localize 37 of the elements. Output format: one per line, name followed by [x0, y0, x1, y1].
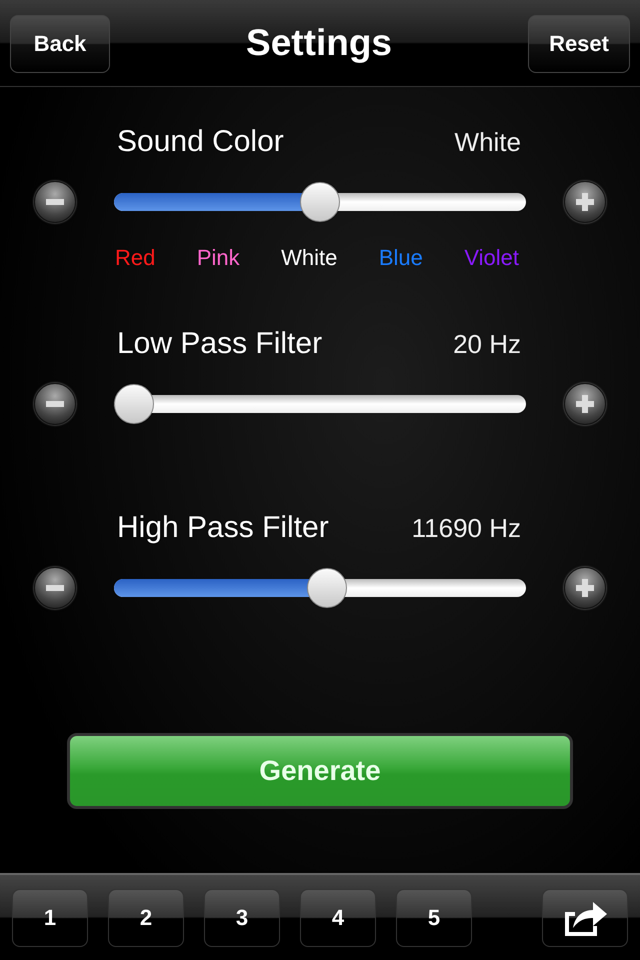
plus-button[interactable]	[564, 383, 606, 425]
minus-icon	[46, 401, 64, 407]
plus-icon	[574, 577, 596, 599]
preset-button[interactable]: 4	[300, 888, 376, 946]
screen-title: Settings	[246, 22, 392, 64]
slider-thumb[interactable]	[300, 182, 340, 222]
preset-button[interactable]: 5	[396, 888, 472, 946]
preset-button[interactable]: 1	[12, 888, 88, 946]
minus-button[interactable]	[34, 383, 76, 425]
minus-icon	[46, 585, 64, 591]
color-option[interactable]: Blue	[378, 245, 423, 271]
slider-thumb[interactable]	[114, 384, 154, 424]
plus-icon	[574, 393, 596, 415]
setting-value: 11690 Hz	[412, 513, 521, 544]
minus-button[interactable]	[34, 181, 76, 223]
setting-label: Sound Color	[117, 125, 284, 159]
plus-icon	[574, 191, 596, 213]
minus-button[interactable]	[34, 567, 76, 609]
slider-thumb[interactable]	[307, 568, 348, 608]
filter-slider[interactable]	[114, 568, 526, 608]
filter-slider[interactable]	[114, 384, 526, 424]
share-button[interactable]	[542, 888, 628, 946]
setting-value: White	[454, 127, 521, 158]
preset-button[interactable]: 2	[108, 888, 184, 946]
setting-label: Low Pass Filter	[117, 327, 322, 361]
setting-label: High Pass Filter	[117, 511, 329, 545]
preset-button[interactable]: 3	[204, 888, 280, 946]
color-option[interactable]: Red	[115, 245, 156, 271]
minus-icon	[46, 199, 64, 205]
reset-button[interactable]: Reset	[528, 15, 630, 73]
color-option[interactable]: White	[281, 245, 338, 271]
back-button[interactable]: Back	[10, 15, 110, 73]
setting-value: 20 Hz	[453, 329, 521, 360]
color-slider[interactable]	[114, 182, 526, 222]
plus-button[interactable]	[564, 181, 606, 223]
plus-button[interactable]	[564, 567, 606, 609]
color-option[interactable]: Pink	[196, 245, 240, 271]
